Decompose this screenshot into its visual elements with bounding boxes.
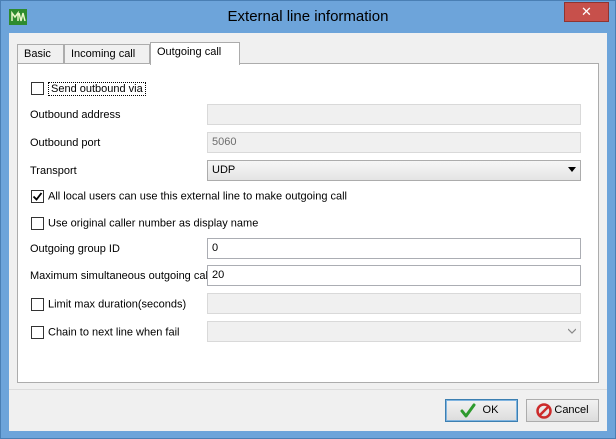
cancel-circle-icon	[536, 403, 552, 419]
green-check-icon	[460, 403, 476, 418]
outbound-address-field[interactable]	[207, 104, 581, 125]
tab-basic[interactable]: Basic	[17, 44, 64, 64]
send-outbound-via-checkbox[interactable]: Send outbound via	[31, 81, 146, 96]
max-simultaneous-field[interactable]: 20	[207, 265, 581, 286]
chain-next-line-label: Chain to next line when fail	[48, 326, 180, 339]
outbound-port-field[interactable]: 5060	[207, 132, 581, 153]
ok-button[interactable]: OK	[445, 399, 518, 422]
footer-divider	[9, 389, 607, 390]
outgoing-group-id-label: Outgoing group ID	[30, 243, 120, 255]
all-local-users-checkbox[interactable]: All local users can use this external li…	[31, 190, 347, 204]
dropdown-arrow-icon	[568, 167, 576, 172]
limit-max-duration-field[interactable]	[207, 293, 581, 314]
checkbox-box[interactable]	[31, 298, 44, 311]
tab-outgoing-call[interactable]: Outgoing call	[150, 42, 240, 65]
tab-label: Incoming call	[71, 48, 136, 60]
tab-label: Outgoing call	[157, 46, 222, 58]
max-simultaneous-label: Maximum simultaneous outgoing call	[30, 270, 211, 282]
checkbox-box[interactable]	[31, 217, 44, 230]
dropdown-arrow-icon	[568, 328, 576, 334]
checkbox-box[interactable]	[31, 326, 44, 339]
use-original-caller-label: Use original caller number as display na…	[48, 217, 259, 230]
dialog-window: External line information ✕ Basic Incomi…	[0, 0, 616, 439]
chain-next-line-select[interactable]	[207, 321, 581, 342]
chain-next-line-checkbox[interactable]: Chain to next line when fail	[31, 326, 179, 340]
checkmark-icon	[32, 192, 43, 201]
tab-incoming-call[interactable]: Incoming call	[64, 44, 150, 64]
transport-value: UDP	[212, 164, 236, 176]
send-outbound-via-label: Send outbound via	[48, 81, 146, 96]
outbound-port-label: Outbound port	[30, 137, 101, 149]
window-title: External line information	[227, 8, 389, 25]
transport-label: Transport	[30, 165, 77, 177]
outbound-address-label: Outbound address	[30, 109, 121, 121]
outgoing-group-id-field[interactable]: 0	[207, 238, 581, 259]
limit-max-duration-checkbox[interactable]: Limit max duration(seconds)	[31, 298, 186, 312]
dialog-client: Basic Incoming call Outgoing call Send o…	[9, 33, 607, 431]
cancel-button[interactable]: Cancel	[526, 399, 599, 422]
close-button[interactable]: ✕	[564, 2, 609, 22]
all-local-users-label: All local users can use this external li…	[48, 190, 347, 203]
tab-label: Basic	[24, 48, 51, 60]
transport-select[interactable]: UDP	[207, 160, 581, 181]
checkbox-box[interactable]	[31, 82, 44, 95]
limit-max-duration-label: Limit max duration(seconds)	[48, 298, 187, 311]
checkbox-box[interactable]	[31, 190, 44, 203]
title-bar[interactable]: External line information ✕	[1, 1, 615, 33]
use-original-caller-checkbox[interactable]: Use original caller number as display na…	[31, 217, 258, 231]
outgoing-call-panel: Send outbound via Outbound address Outbo…	[17, 63, 599, 383]
